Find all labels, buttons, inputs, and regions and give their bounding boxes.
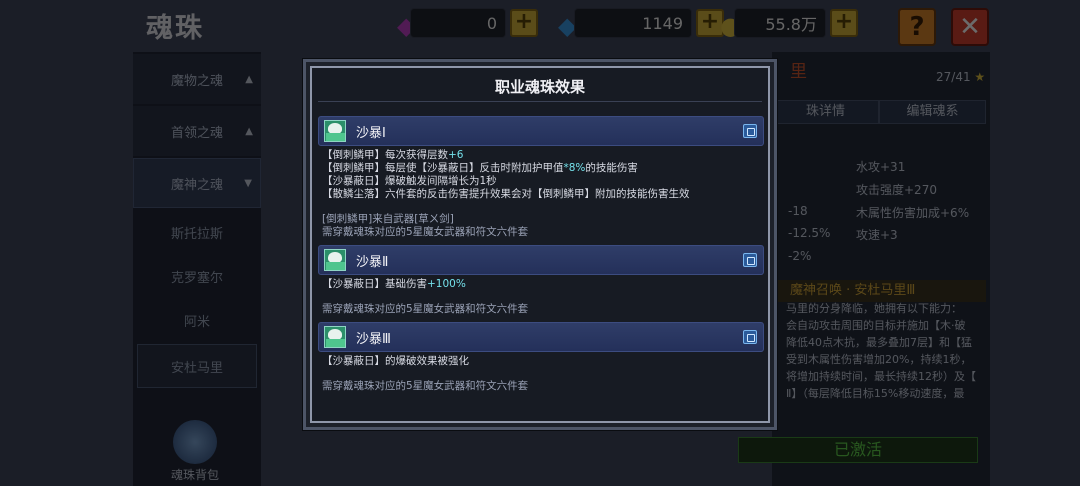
sidebar-subitem-selected[interactable]: 安杜马里 bbox=[137, 344, 257, 388]
sidebar-item-label: 首领之魂 bbox=[170, 125, 223, 141]
add-purple-gem-button[interactable]: + bbox=[510, 9, 538, 37]
requirement-note: 需穿戴魂珠对应的5星魔女武器和符文六件套 bbox=[322, 380, 529, 392]
section-effects: 【倒刺鳞甲】每次获得层数+6 【倒刺鳞甲】每层使【沙暴蔽日】反击时附加护甲值*8… bbox=[318, 146, 764, 201]
character-avatar-icon bbox=[324, 249, 346, 271]
stat-value: 攻击强度+270 bbox=[856, 183, 937, 197]
sidebar-item-label: 魔神之魂 bbox=[170, 177, 223, 193]
stat-value: 木属性伤害加成+6% bbox=[856, 206, 970, 220]
requirement-note: 需穿戴魂珠对应的5星魔女武器和符文六件套 bbox=[322, 303, 529, 315]
sidebar-item-label: 魔物之魂 bbox=[170, 73, 223, 89]
effect-list[interactable]: 沙暴Ⅰ 【倒刺鳞甲】每次获得层数+6 【倒刺鳞甲】每层使【沙暴蔽日】反击时附加护… bbox=[318, 116, 764, 416]
skill-line: 马里的分身降临，她拥有以下能力： bbox=[786, 302, 962, 315]
dialog-divider bbox=[318, 101, 762, 102]
collection-count: 27/41 ★ bbox=[936, 70, 985, 84]
section-header: 沙暴Ⅲ bbox=[318, 322, 764, 352]
resource-gold-value: 55.8万 bbox=[734, 8, 826, 38]
soul-bag-button[interactable]: 魂珠背包 bbox=[160, 420, 230, 483]
character-avatar-icon bbox=[324, 326, 346, 348]
stat-left-value: -2% bbox=[788, 249, 812, 263]
resource-purple: 0 + bbox=[410, 8, 538, 38]
collection-count-value: 27/41 bbox=[936, 70, 971, 84]
section-effects: 【沙暴蔽日】的爆破效果被强化 bbox=[318, 352, 764, 368]
class-soul-effect-dialog: 职业魂珠效果 沙暴Ⅰ 【倒刺鳞甲】每次获得层数+6 【倒刺鳞甲】每层使【沙暴蔽日… bbox=[302, 58, 778, 431]
rune-badge-icon bbox=[743, 330, 757, 344]
effect-line: 【倒刺鳞甲】每层使【沙暴蔽日】反击时附加护甲值*8%的技能伤害 bbox=[322, 162, 638, 174]
effect-line: 【散鳞尘落】六件套的反击伤害提升效果会对【倒刺鳞甲】附加的技能伤害生效 bbox=[322, 188, 690, 200]
skill-line: Ⅱ】（每层降低目标15%移动速度，最 bbox=[786, 387, 965, 400]
close-button[interactable]: ✕ bbox=[951, 8, 989, 46]
skill-line: 会自动攻击周围的目标并施加【木·破 bbox=[786, 319, 966, 332]
soul-bag-icon bbox=[173, 420, 217, 464]
effect-line: 【沙暴蔽日】爆破触发间隔增长为1秒 bbox=[322, 175, 497, 187]
section-name: 沙暴Ⅱ bbox=[356, 254, 389, 270]
requirement-note: [倒刺鳞甲]来自武器[草ㄨ剑] bbox=[322, 213, 454, 225]
resource-purple-value: 0 bbox=[410, 8, 506, 38]
effect-line: 【沙暴蔽日】的爆破效果被强化 bbox=[322, 355, 469, 367]
chevron-up-icon: ▲ bbox=[245, 125, 253, 137]
add-gold-button[interactable]: + bbox=[830, 9, 858, 37]
section-header: 沙暴Ⅰ bbox=[318, 116, 764, 146]
sidebar-subitem[interactable]: 斯托拉斯 bbox=[133, 210, 261, 254]
character-avatar-icon bbox=[324, 120, 346, 142]
section-name: 沙暴Ⅲ bbox=[356, 331, 391, 347]
skill-line: 降低40点木抗，最多叠加7层】和【猛 bbox=[786, 336, 972, 349]
soul-bag-label: 魂珠背包 bbox=[170, 468, 219, 482]
rune-badge-icon bbox=[743, 124, 757, 138]
sidebar-subitem[interactable]: 克罗塞尔 bbox=[133, 254, 261, 298]
stat-value: 攻速+3 bbox=[856, 228, 898, 242]
skill-description: 马里的分身降临，她拥有以下能力： 会自动攻击周围的目标并施加【木·破 降低40点… bbox=[786, 300, 980, 402]
skill-line: 将增加持续时间，最长持续12秒）及【 bbox=[786, 370, 976, 383]
detail-tabs: 珠详情 编辑魂系 bbox=[772, 100, 986, 124]
section-name: 沙暴Ⅰ bbox=[356, 125, 386, 141]
chevron-down-icon: ▼ bbox=[244, 177, 252, 189]
chevron-up-icon: ▲ bbox=[245, 73, 253, 85]
resource-gold: 55.8万 + bbox=[734, 8, 858, 38]
resource-blue-value: 1149 bbox=[574, 8, 692, 38]
effect-line: 【沙暴蔽日】基础伤害+100% bbox=[322, 278, 466, 290]
help-button[interactable]: ? bbox=[898, 8, 936, 46]
skill-title: 魔神召唤 · 安杜马里Ⅲ bbox=[772, 280, 986, 302]
soul-name: 里 bbox=[790, 62, 807, 82]
stat-value: 水攻+31 bbox=[856, 160, 906, 174]
effect-line: 【倒刺鳞甲】每次获得层数+6 bbox=[322, 149, 464, 161]
sidebar-subitem[interactable]: 阿米 bbox=[133, 298, 261, 342]
page-title: 魂珠 bbox=[146, 13, 204, 44]
tab-details[interactable]: 珠详情 bbox=[772, 100, 879, 124]
sidebar-item-demon-soul[interactable]: 魔神之魂 ▼ bbox=[133, 158, 261, 208]
tab-edit-soul[interactable]: 编辑魂系 bbox=[879, 100, 986, 124]
sidebar-item-monster-soul[interactable]: 魔物之魂 ▲ bbox=[133, 54, 261, 104]
section-effects: 【沙暴蔽日】基础伤害+100% bbox=[318, 275, 764, 291]
stat-left-value: -18 bbox=[788, 204, 808, 218]
dialog-title: 职业魂珠效果 bbox=[494, 78, 585, 96]
requirement-note: 需穿戴魂珠对应的5星魔女武器和符文六件套 bbox=[322, 226, 529, 238]
activated-status: 已激活 bbox=[738, 437, 978, 463]
skill-line: 受到木属性伤害增加20%，持续1秒， bbox=[786, 353, 972, 366]
sidebar-item-boss-soul[interactable]: 首领之魂 ▲ bbox=[133, 106, 261, 156]
star-icon: ★ bbox=[974, 70, 986, 84]
resource-blue: 1149 + bbox=[574, 8, 724, 38]
stat-left-value: -12.5% bbox=[788, 226, 831, 240]
section-header: 沙暴Ⅱ bbox=[318, 245, 764, 275]
rune-badge-icon bbox=[743, 253, 757, 267]
